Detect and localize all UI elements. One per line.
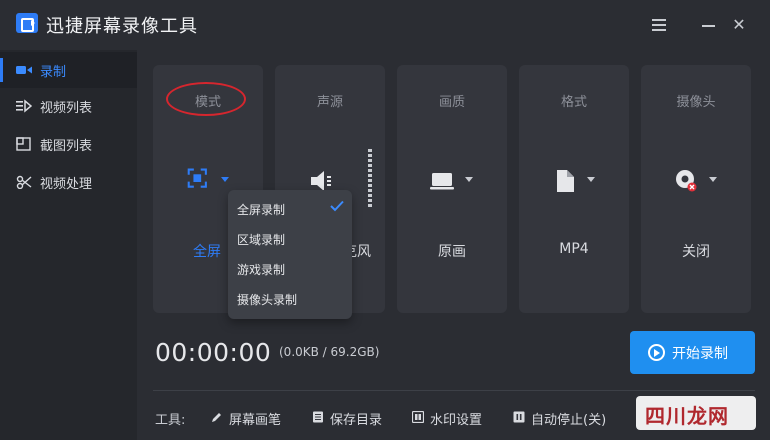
folder-icon	[313, 411, 323, 423]
card-value: 原画	[438, 244, 466, 260]
camera-card[interactable]: 摄像头 关闭	[641, 65, 751, 313]
check-icon	[330, 200, 344, 212]
auto-stop-button[interactable]: 自动停止(关)	[513, 408, 613, 428]
menu-button[interactable]	[648, 14, 670, 36]
start-recording-label: 开始录制	[672, 346, 728, 362]
watermark-text: 四川龙网	[645, 404, 729, 428]
sidebar-item-video-process[interactable]: 视频处理	[0, 164, 137, 200]
minimize-button[interactable]	[698, 14, 720, 36]
monitor-icon	[430, 173, 454, 190]
title-bar: 迅捷屏幕录像工具 ✕	[0, 0, 770, 50]
menu-item-label: 摄像头录制	[237, 293, 298, 307]
play-circle-icon	[648, 344, 665, 361]
webcam-icon	[676, 170, 697, 192]
tool-label: 自动停止(关)	[531, 413, 607, 428]
sidebar-item-screenshot-list[interactable]: 截图列表	[0, 126, 137, 162]
app-title: 迅捷屏幕录像工具	[46, 16, 198, 37]
pen-icon	[212, 413, 221, 422]
site-watermark: 四川龙网	[636, 396, 756, 430]
start-recording-button[interactable]: 开始录制	[630, 331, 755, 374]
tools-label: 工具:	[155, 413, 186, 428]
menu-item-game-record[interactable]: 游戏录制	[228, 254, 352, 284]
app-logo-icon	[16, 13, 38, 33]
file-icon	[557, 170, 574, 192]
card-value: 关闭	[682, 244, 710, 260]
menu-item-label: 全屏录制	[237, 203, 286, 217]
fullscreen-icon	[187, 168, 207, 188]
chevron-down-icon[interactable]	[709, 177, 717, 182]
menu-item-camera-record[interactable]: 摄像头录制	[228, 284, 352, 314]
sidebar: 录制 视频列表 截图列表 视频处理	[0, 50, 137, 440]
sidebar-item-label: 视频列表	[40, 101, 93, 116]
format-card[interactable]: 格式 MP4	[519, 65, 629, 313]
card-title: 摄像头	[676, 95, 716, 110]
video-list-icon	[16, 99, 32, 113]
watermark-icon	[412, 411, 424, 423]
chevron-down-icon[interactable]	[465, 177, 473, 182]
mode-dropdown-menu: 全屏录制 区域录制 游戏录制 摄像头录制	[228, 190, 352, 319]
card-title: 声源	[316, 95, 343, 110]
volume-level-bar	[368, 149, 372, 209]
watermark-settings-button[interactable]: 水印设置	[412, 408, 494, 428]
recording-timer: 00:00:00	[155, 338, 272, 367]
close-button[interactable]: ✕	[728, 14, 750, 36]
video-process-icon	[16, 175, 32, 189]
file-size-readout: (0.0KB / 69.2GB)	[279, 345, 380, 359]
card-title: 画质	[438, 95, 465, 110]
tool-label: 保存目录	[330, 413, 383, 428]
sidebar-item-label: 截图列表	[40, 139, 93, 154]
screen-pen-button[interactable]: 屏幕画笔	[211, 408, 291, 428]
menu-item-label: 游戏录制	[237, 263, 286, 277]
tool-label: 水印设置	[430, 413, 483, 428]
chevron-down-icon[interactable]	[587, 177, 595, 182]
sidebar-item-label: 视频处理	[40, 177, 93, 192]
chevron-down-icon[interactable]	[221, 177, 229, 182]
card-value: MP4	[559, 241, 589, 257]
card-title: 格式	[560, 95, 587, 110]
divider	[153, 390, 755, 391]
screenshot-list-icon	[16, 137, 31, 151]
save-directory-button[interactable]: 保存目录	[312, 408, 392, 428]
menu-item-region-record[interactable]: 区域录制	[228, 224, 352, 254]
sidebar-item-record[interactable]: 录制	[0, 52, 137, 88]
card-title: 模式	[194, 95, 221, 110]
menu-item-label: 区域录制	[237, 233, 286, 247]
quality-card[interactable]: 画质 原画	[397, 65, 507, 313]
card-value: 全屏	[193, 244, 221, 260]
tool-label: 屏幕画笔	[229, 413, 282, 428]
sidebar-item-video-list[interactable]: 视频列表	[0, 88, 137, 124]
sidebar-item-label: 录制	[40, 65, 67, 80]
auto-stop-icon	[513, 411, 525, 423]
video-camera-icon	[16, 66, 32, 74]
menu-item-fullscreen-record[interactable]: 全屏录制	[228, 194, 352, 224]
